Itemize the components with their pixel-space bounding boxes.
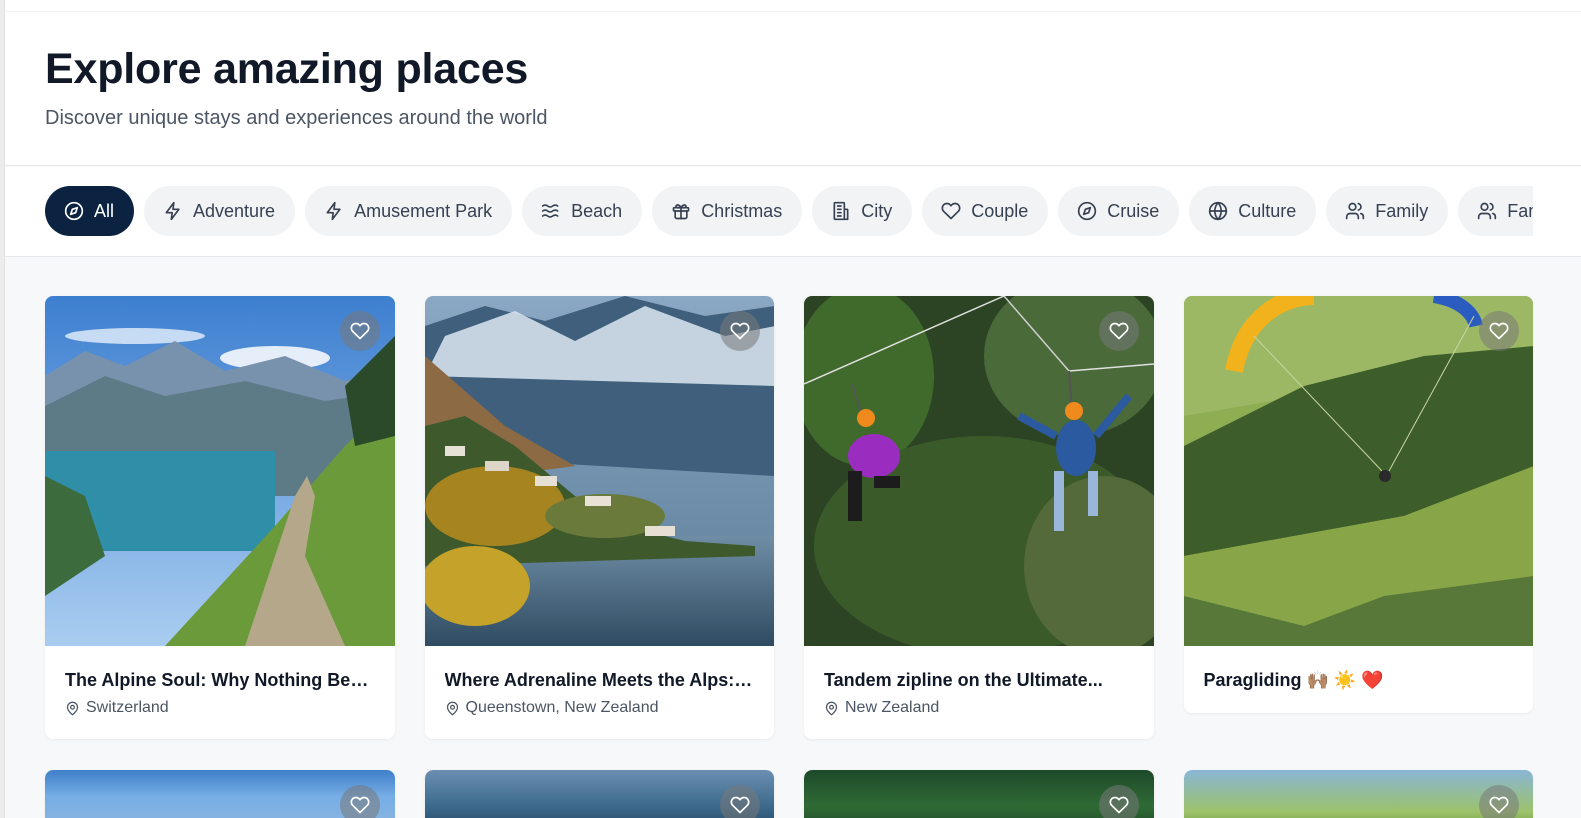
chip-beach[interactable]: Beach <box>522 186 643 236</box>
listing-photo <box>1183 296 1533 646</box>
zipline-photo <box>804 296 1154 646</box>
map-pin-icon <box>446 701 458 715</box>
chip-label: Adventure <box>193 200 276 221</box>
heart-icon <box>941 202 961 220</box>
listing-card[interactable]: Tandem zipline on the Ultimate... New Ze… <box>804 296 1154 739</box>
lake-town-photo <box>424 296 774 646</box>
favorite-button[interactable] <box>719 311 760 351</box>
page-header: Explore amazing places Discover unique s… <box>5 12 1581 166</box>
listing-location: Switzerland <box>65 699 375 717</box>
listing-photo <box>804 296 1154 646</box>
favorite-button[interactable] <box>340 785 380 818</box>
bolt-icon <box>326 201 341 221</box>
chip-adventure[interactable]: Adventure <box>144 186 296 236</box>
chip-amusement-park[interactable]: Amusement Park <box>305 186 513 236</box>
listing-location-text: Switzerland <box>86 699 169 716</box>
chip-label: City <box>861 200 893 221</box>
listing-info: Tandem zipline on the Ultimate... New Ze… <box>804 646 1154 739</box>
bolt-icon <box>165 201 180 221</box>
chip-label: Family Trip <box>1507 200 1533 221</box>
building-icon <box>833 201 849 221</box>
map-pin-icon <box>825 701 838 715</box>
chip-culture[interactable]: Culture <box>1189 186 1317 236</box>
heart-icon <box>730 322 749 340</box>
compass-icon <box>64 201 84 221</box>
listing-location: New Zealand <box>824 699 1134 717</box>
page-title: Explore amazing places <box>45 45 529 93</box>
chip-cruise[interactable]: Cruise <box>1058 186 1180 236</box>
page-subtitle: Discover unique stays and experiences ar… <box>45 107 548 129</box>
listing-title: Tandem zipline on the Ultimate... <box>824 670 1103 690</box>
chip-label: Amusement Park <box>354 200 493 221</box>
globe-icon <box>1209 201 1228 221</box>
chip-family-trip[interactable]: Family Trip <box>1458 186 1533 236</box>
chip-label: Beach <box>571 200 623 221</box>
favorite-button[interactable] <box>340 311 380 351</box>
heart-icon <box>350 796 370 814</box>
category-chip-list[interactable]: All Adventure Amusement Park Beach Chris… <box>45 186 1533 238</box>
category-filter-bar: All Adventure Amusement Park Beach Chris… <box>5 167 1581 257</box>
top-bar <box>5 0 1581 12</box>
listing-card[interactable] <box>1183 770 1533 818</box>
favorite-button[interactable] <box>1478 785 1519 818</box>
users-icon <box>1478 202 1497 220</box>
listing-title: Paragliding 🙌🏽 ☀️ ❤️ <box>1203 670 1384 690</box>
listing-grid: The Alpine Soul: Why Nothing Bea... Swit… <box>45 296 1533 739</box>
listing-card[interactable] <box>424 770 774 818</box>
listing-photo <box>1183 770 1533 818</box>
chip-christmas[interactable]: Christmas <box>652 186 803 236</box>
paragliding-photo <box>1183 296 1533 646</box>
chip-couple[interactable]: Couple <box>922 186 1049 236</box>
chip-label: Cruise <box>1107 200 1160 221</box>
heart-icon <box>1489 322 1508 340</box>
chip-label: Family <box>1375 200 1429 221</box>
listing-photo <box>45 296 395 646</box>
chip-label: Couple <box>971 200 1029 221</box>
listing-card[interactable] <box>804 770 1154 818</box>
listing-grid-row-2 <box>45 770 1533 818</box>
heart-icon <box>350 322 370 340</box>
favorite-button[interactable] <box>1099 311 1139 351</box>
gift-icon <box>672 204 690 220</box>
listing-photo <box>424 770 774 818</box>
users-icon <box>1346 202 1365 220</box>
listing-card[interactable]: The Alpine Soul: Why Nothing Bea... Swit… <box>45 296 395 739</box>
favorite-button[interactable] <box>719 785 760 818</box>
listing-card[interactable] <box>45 770 395 818</box>
listing-location-text: New Zealand <box>845 699 940 716</box>
listing-photo <box>424 296 774 646</box>
heart-icon <box>730 796 749 814</box>
listing-info: Paragliding 🙌🏽 ☀️ ❤️ <box>1184 646 1534 713</box>
listing-info: The Alpine Soul: Why Nothing Bea... Swit… <box>45 646 395 739</box>
listing-info: Where Adrenaline Meets the Alps: ... Que… <box>425 646 775 739</box>
heart-icon <box>1489 796 1508 814</box>
chip-family[interactable]: Family <box>1326 186 1449 236</box>
compass-icon <box>1078 201 1097 221</box>
chip-label: Culture <box>1238 200 1297 221</box>
listing-card[interactable]: Paragliding 🙌🏽 ☀️ ❤️ <box>1183 296 1534 713</box>
listing-photo <box>804 770 1154 818</box>
listing-photo <box>45 770 395 818</box>
listing-card[interactable]: Where Adrenaline Meets the Alps: ... Que… <box>424 296 775 739</box>
favorite-button[interactable] <box>1478 311 1519 351</box>
chip-label: Christmas <box>701 200 783 221</box>
alpine-trail-photo <box>45 296 395 646</box>
listing-title: Where Adrenaline Meets the Alps: ... <box>444 670 755 690</box>
listing-title: The Alpine Soul: Why Nothing Bea... <box>65 670 375 690</box>
listing-location-text: Queenstown, New Zealand <box>465 699 659 716</box>
chip-label: All <box>94 200 115 221</box>
waves-icon <box>541 204 559 218</box>
favorite-button[interactable] <box>1099 785 1139 818</box>
chip-all[interactable]: All <box>45 186 135 236</box>
listing-location: Queenstown, New Zealand <box>445 699 755 717</box>
map-pin-icon <box>66 701 79 715</box>
heart-icon <box>1109 322 1129 340</box>
heart-icon <box>1109 796 1129 814</box>
chip-city[interactable]: City <box>812 186 913 236</box>
